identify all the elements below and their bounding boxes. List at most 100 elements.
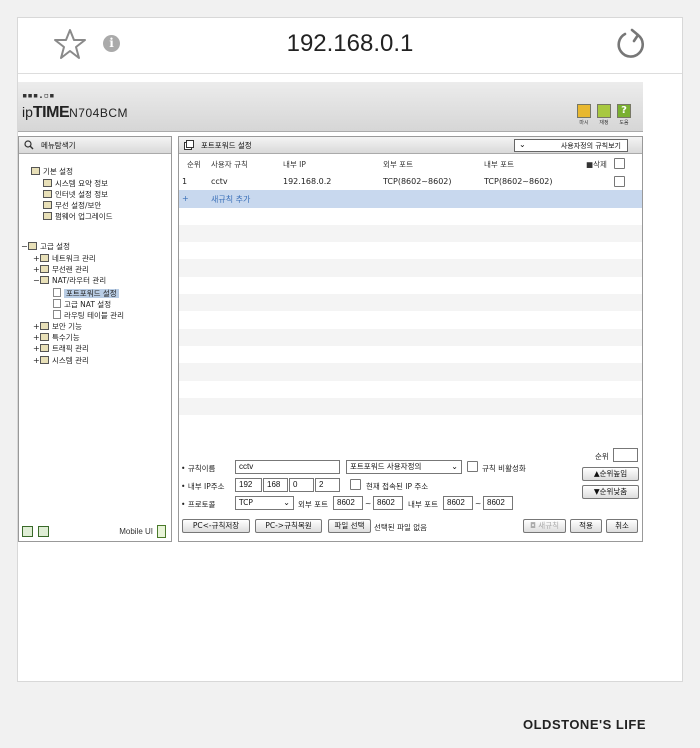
folder-icon (40, 254, 49, 262)
folder-icon (28, 242, 37, 250)
tree-item-routing[interactable]: 라우팅 테이블 관리 (53, 310, 124, 320)
col-external-port: 외부 포트 (383, 160, 413, 169)
table-row (179, 328, 642, 346)
rule-name-label: • 규칙이름 (181, 464, 216, 473)
home-icon[interactable] (22, 526, 33, 537)
tree-advanced-group[interactable]: − 고급 설정 (21, 242, 70, 252)
tree-item-portforward[interactable]: 포트포워드 설정 (53, 288, 119, 298)
folder-icon (40, 265, 49, 273)
toolbar-save[interactable]: 재정 (596, 104, 612, 126)
rule-type-select[interactable]: 포트포워드 사용자정의 ⌄ (346, 460, 462, 474)
current-ip-checkbox[interactable] (350, 479, 361, 490)
col-order: 순위 (187, 160, 201, 169)
url-text[interactable]: 192.168.0.1 (18, 30, 682, 58)
table-row (179, 363, 642, 381)
window-icon (184, 140, 194, 150)
rule-view-select[interactable]: ⌄ 사용자정의 규칙보기 (514, 139, 628, 152)
ext-port-to[interactable]: 8602 (373, 496, 403, 510)
tree-item-traffic[interactable]: + 트래픽 관리 (33, 344, 89, 354)
tree-item-nat[interactable]: − NAT/라우터 관리 (33, 276, 106, 286)
rules-table-header: 순위 사용자 규칙 내부 IP 외부 포트 내부 포트 ■삭제 (179, 155, 642, 171)
table-row (179, 208, 642, 225)
current-ip-label: 현재 접속된 IP 주소 (366, 482, 429, 491)
folder-icon (40, 333, 49, 341)
folder-icon (31, 167, 40, 175)
tree-item-wireless[interactable]: 무선 설정/보안 (43, 201, 101, 211)
tree-basic-group[interactable]: 기본 설정 (31, 167, 73, 177)
table-row[interactable]: 1 cctv 192.168.0.2 TCP(8602~8602) TCP(86… (179, 173, 642, 190)
add-rule-row[interactable]: + 새규칙 추가 (179, 190, 642, 208)
ip-octet-2[interactable]: 168 (263, 478, 288, 492)
restore-rules-pc-button[interactable]: PC->규칙복원 (255, 519, 322, 533)
tree-item-wlan[interactable]: + 무선랜 관리 (33, 265, 89, 275)
apply-button[interactable]: 적용 (570, 519, 602, 533)
ip-octet-3[interactable]: 0 (289, 478, 314, 492)
table-row (179, 259, 642, 277)
tree-item-security[interactable]: + 보안 기능 (33, 322, 82, 332)
lock-icon (40, 322, 49, 330)
page-icon (53, 310, 61, 319)
menu-footer: Mobile UI (19, 523, 171, 541)
tree-item-adv-nat[interactable]: 고급 NAT 설정 (53, 299, 111, 309)
int-port-to[interactable]: 8602 (483, 496, 513, 510)
chevron-down-icon: ⌄ (519, 140, 526, 149)
col-name: 사용자 규칙 (211, 160, 248, 169)
mobile-ui-link[interactable]: Mobile UI (119, 527, 153, 536)
chevron-down-icon: ⌄ (451, 462, 458, 471)
order-down-button[interactable]: ▼순위낮춤 (582, 485, 639, 499)
table-row (179, 311, 642, 328)
page-icon (43, 212, 52, 220)
tree-item-internet[interactable]: 인터넷 설정 정보 (43, 190, 108, 200)
ip-label: • 내부 IP주소 (181, 482, 225, 491)
cancel-button[interactable]: 취소 (606, 519, 638, 533)
exit-icon[interactable] (38, 526, 49, 537)
table-row (179, 294, 642, 312)
save-rules-pc-button[interactable]: PC<-규칙저장 (182, 519, 250, 533)
select-all-checkbox[interactable] (614, 158, 625, 169)
tree-item-special[interactable]: + 특수기능 (33, 333, 80, 343)
rule-name-input[interactable]: cctv (235, 460, 340, 474)
table-row (179, 381, 642, 398)
toolbar-help[interactable]: ? 도움 (616, 104, 632, 126)
watermark: OLDSTONE'S LIFE (523, 717, 647, 732)
page-icon (43, 179, 52, 187)
order-input[interactable] (613, 448, 638, 462)
refresh-icon (577, 104, 591, 118)
int-port-from[interactable]: 8602 (443, 496, 473, 510)
new-rule-button[interactable]: ◘ 새규칙 (523, 519, 566, 533)
table-row (179, 242, 642, 259)
portforward-panel: 포트포워드 설정 ⌄ 사용자정의 규칙보기 순위 사용자 규칙 내부 IP 외부 … (178, 136, 643, 542)
col-delete: ■삭제 (586, 160, 607, 169)
ip-octet-1[interactable]: 192 (235, 478, 262, 492)
protocol-select[interactable]: TCP ⌄ (235, 496, 294, 510)
col-internal-port: 내부 포트 (484, 160, 514, 169)
toolbar-refresh[interactable]: 마시 (576, 104, 592, 126)
tree-item-firmware[interactable]: 펌웨어 업그레이드 (43, 212, 113, 222)
ext-port-from[interactable]: 8602 (333, 496, 363, 510)
tree-item-network[interactable]: + 네트워크 관리 (33, 254, 96, 264)
order-up-button[interactable]: ▲순위높임 (582, 467, 639, 481)
table-row (179, 277, 642, 294)
folder-icon (40, 344, 49, 352)
page-icon (43, 201, 52, 209)
order-label: 순위 (595, 452, 609, 461)
page-icon (53, 288, 61, 297)
row-delete-checkbox[interactable] (614, 176, 625, 187)
file-status: 선택된 파일 없음 (374, 523, 428, 532)
router-admin: ▪▪▪.▫▪ ipTIMEN704BCM 마시 재정 ? 도움 메뉴탐색기 기본 … (18, 82, 643, 544)
mobile-icon[interactable] (157, 525, 166, 538)
folder-icon (40, 276, 49, 284)
save-icon (597, 104, 611, 118)
page-icon (53, 299, 61, 308)
tree-item-system[interactable]: + 시스템 관리 (33, 356, 89, 366)
tree-item-system-summary[interactable]: 시스템 요약 정보 (43, 179, 108, 189)
menu-explorer: 메뉴탐색기 기본 설정 시스템 요약 정보 인터넷 설정 정보 무선 설정/보안… (18, 136, 172, 542)
file-select-button[interactable]: 파일 선택 (328, 519, 371, 533)
rules-table: 1 cctv 192.168.0.2 TCP(8602~8602) TCP(86… (179, 173, 642, 467)
disable-rule-checkbox[interactable] (467, 461, 478, 472)
ip-octet-4[interactable]: 2 (315, 478, 340, 492)
help-icon: ? (617, 104, 631, 118)
reload-icon[interactable] (612, 26, 650, 64)
int-port-label: 내부 포트 (408, 500, 438, 509)
toolbar: 마시 재정 ? 도움 (576, 104, 632, 126)
